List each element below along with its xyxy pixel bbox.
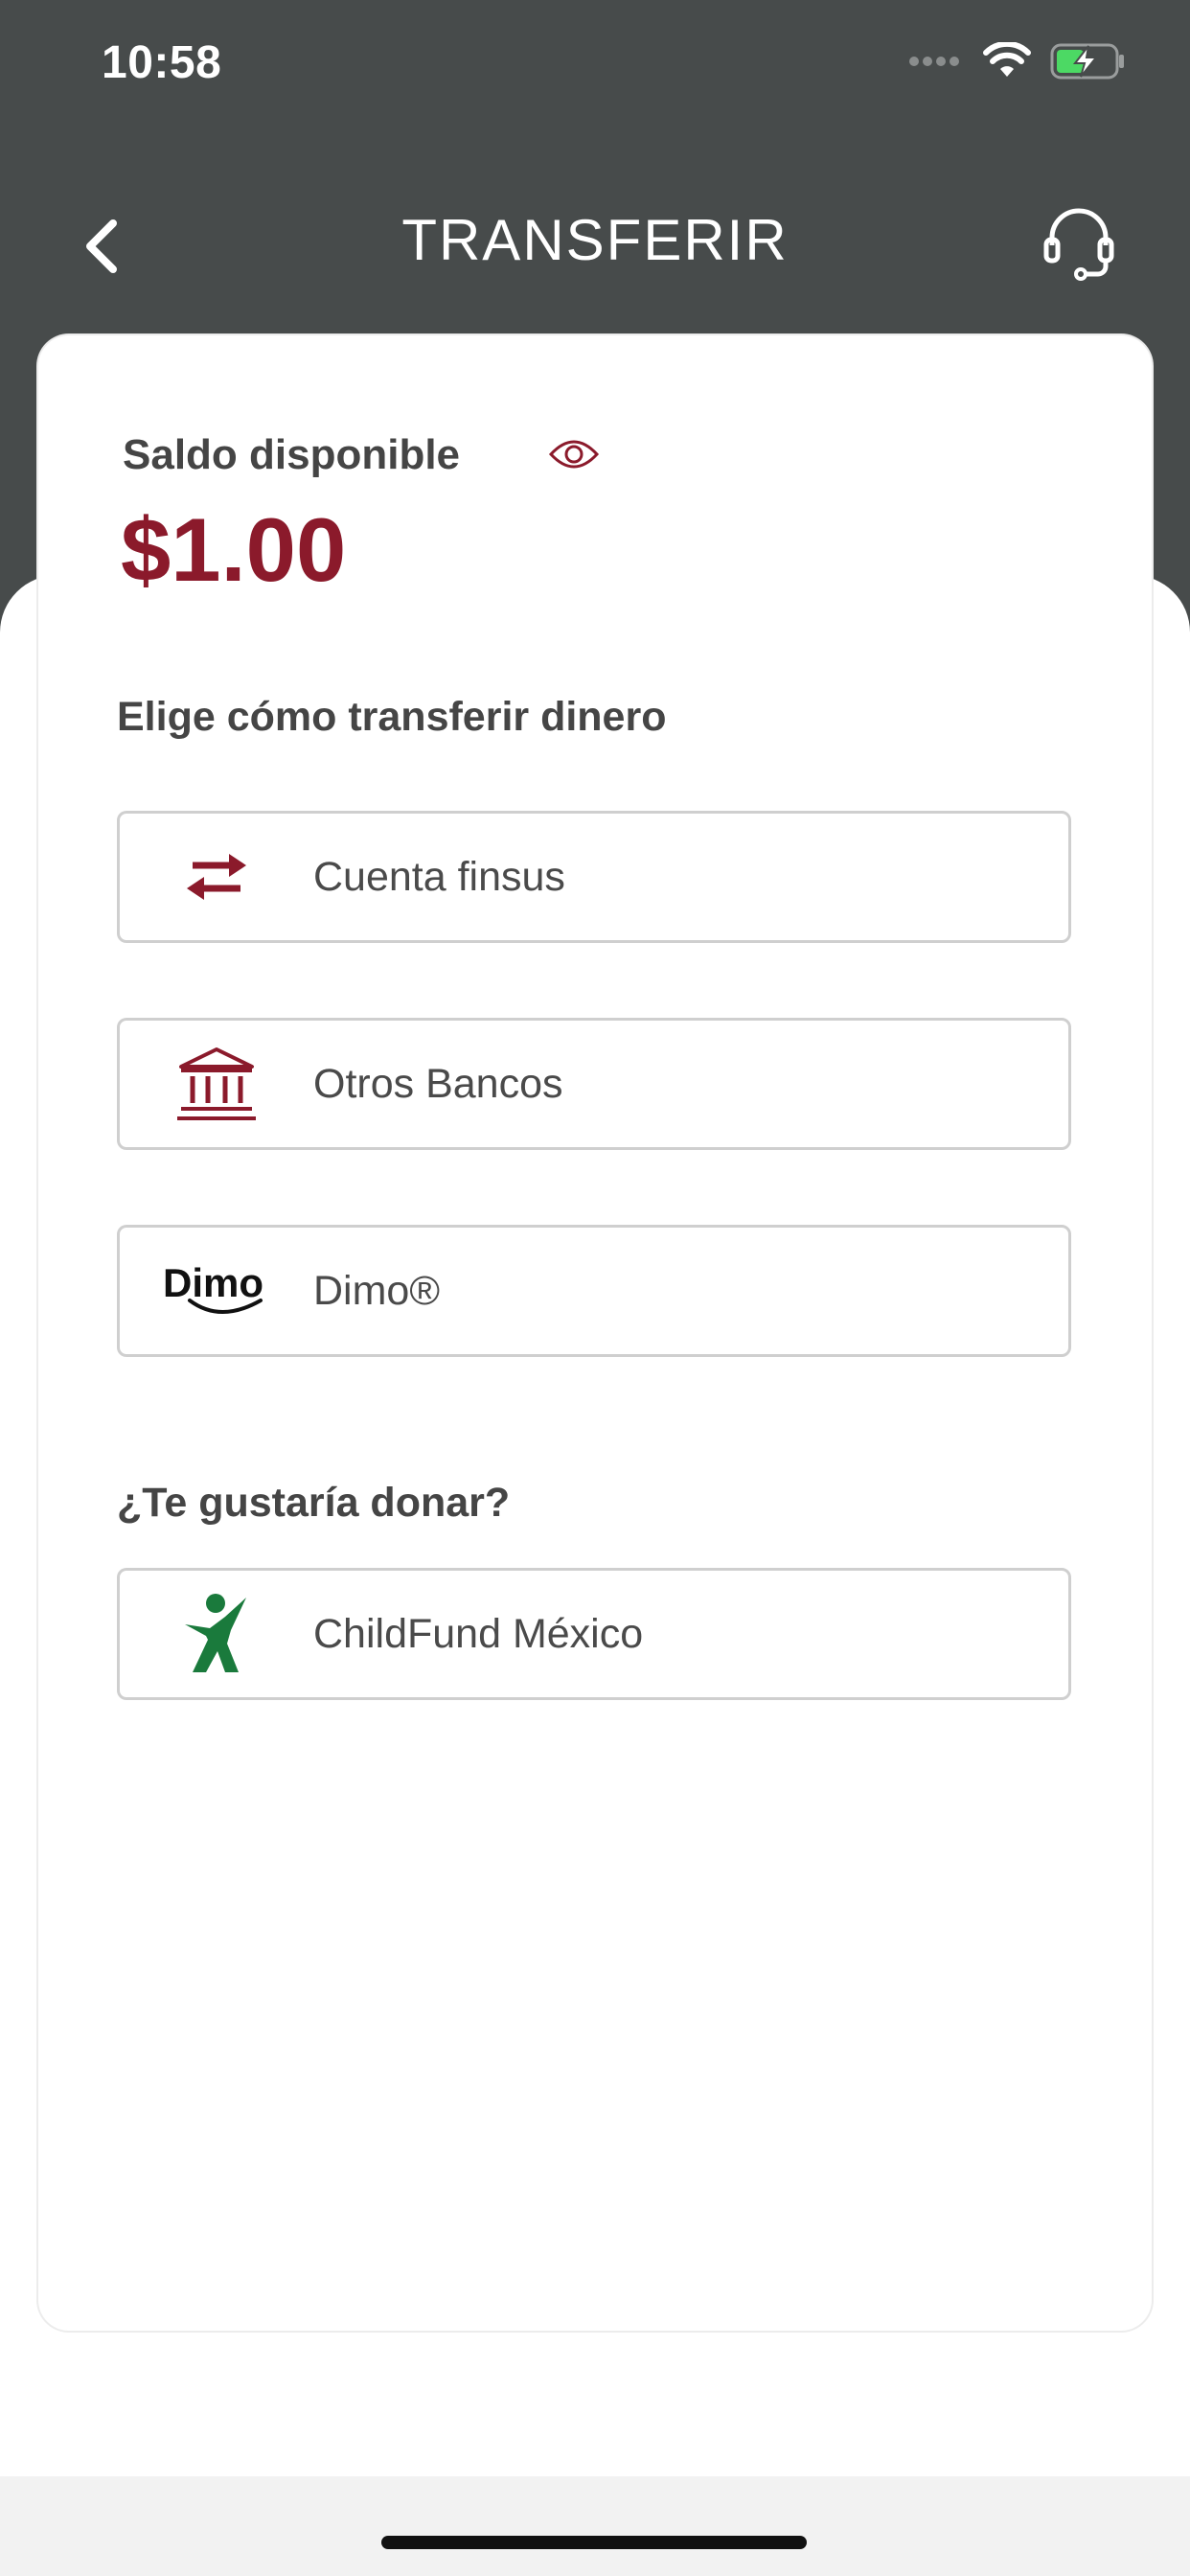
battery-charging-icon bbox=[1050, 42, 1127, 85]
dimo-logo: Dimo bbox=[120, 1260, 313, 1322]
bank-icon bbox=[120, 1046, 313, 1122]
swap-arrows-icon bbox=[120, 850, 313, 904]
donate-section-title: ¿Te gustaría donar? bbox=[117, 1480, 511, 1526]
option-dimo[interactable]: Dimo Dimo® bbox=[117, 1225, 1071, 1357]
childfund-logo bbox=[120, 1594, 313, 1674]
home-indicator[interactable] bbox=[381, 2536, 807, 2549]
option-cuenta-finsus[interactable]: Cuenta finsus bbox=[117, 811, 1071, 943]
balance-amount: $1.00 bbox=[121, 499, 347, 600]
balance-label: Saldo disponible bbox=[123, 431, 461, 478]
eye-icon bbox=[548, 440, 600, 469]
option-label: Dimo® bbox=[313, 1267, 441, 1314]
headset-icon bbox=[1043, 208, 1114, 281]
wifi-icon bbox=[983, 40, 1031, 85]
option-otros-bancos[interactable]: Otros Bancos bbox=[117, 1018, 1071, 1150]
status-time: 10:58 bbox=[102, 37, 222, 88]
option-label: Otros Bancos bbox=[313, 1060, 563, 1107]
option-childfund[interactable]: ChildFund México bbox=[117, 1568, 1071, 1700]
svg-text:Dimo: Dimo bbox=[163, 1260, 263, 1305]
status-icons bbox=[908, 40, 1127, 85]
signal-icon bbox=[908, 55, 964, 73]
transfer-card: Saldo disponible $1.00 Elige cómo transf… bbox=[38, 335, 1152, 2331]
support-button[interactable] bbox=[1041, 205, 1117, 282]
option-label: ChildFund México bbox=[313, 1610, 644, 1657]
option-label: Cuenta finsus bbox=[313, 853, 565, 900]
page-title: TRANSFERIR bbox=[401, 208, 789, 272]
transfer-section-title: Elige cómo transferir dinero bbox=[117, 694, 667, 740]
bottom-safe-area bbox=[0, 2476, 1190, 2576]
toggle-balance-visibility-button[interactable] bbox=[548, 437, 600, 472]
